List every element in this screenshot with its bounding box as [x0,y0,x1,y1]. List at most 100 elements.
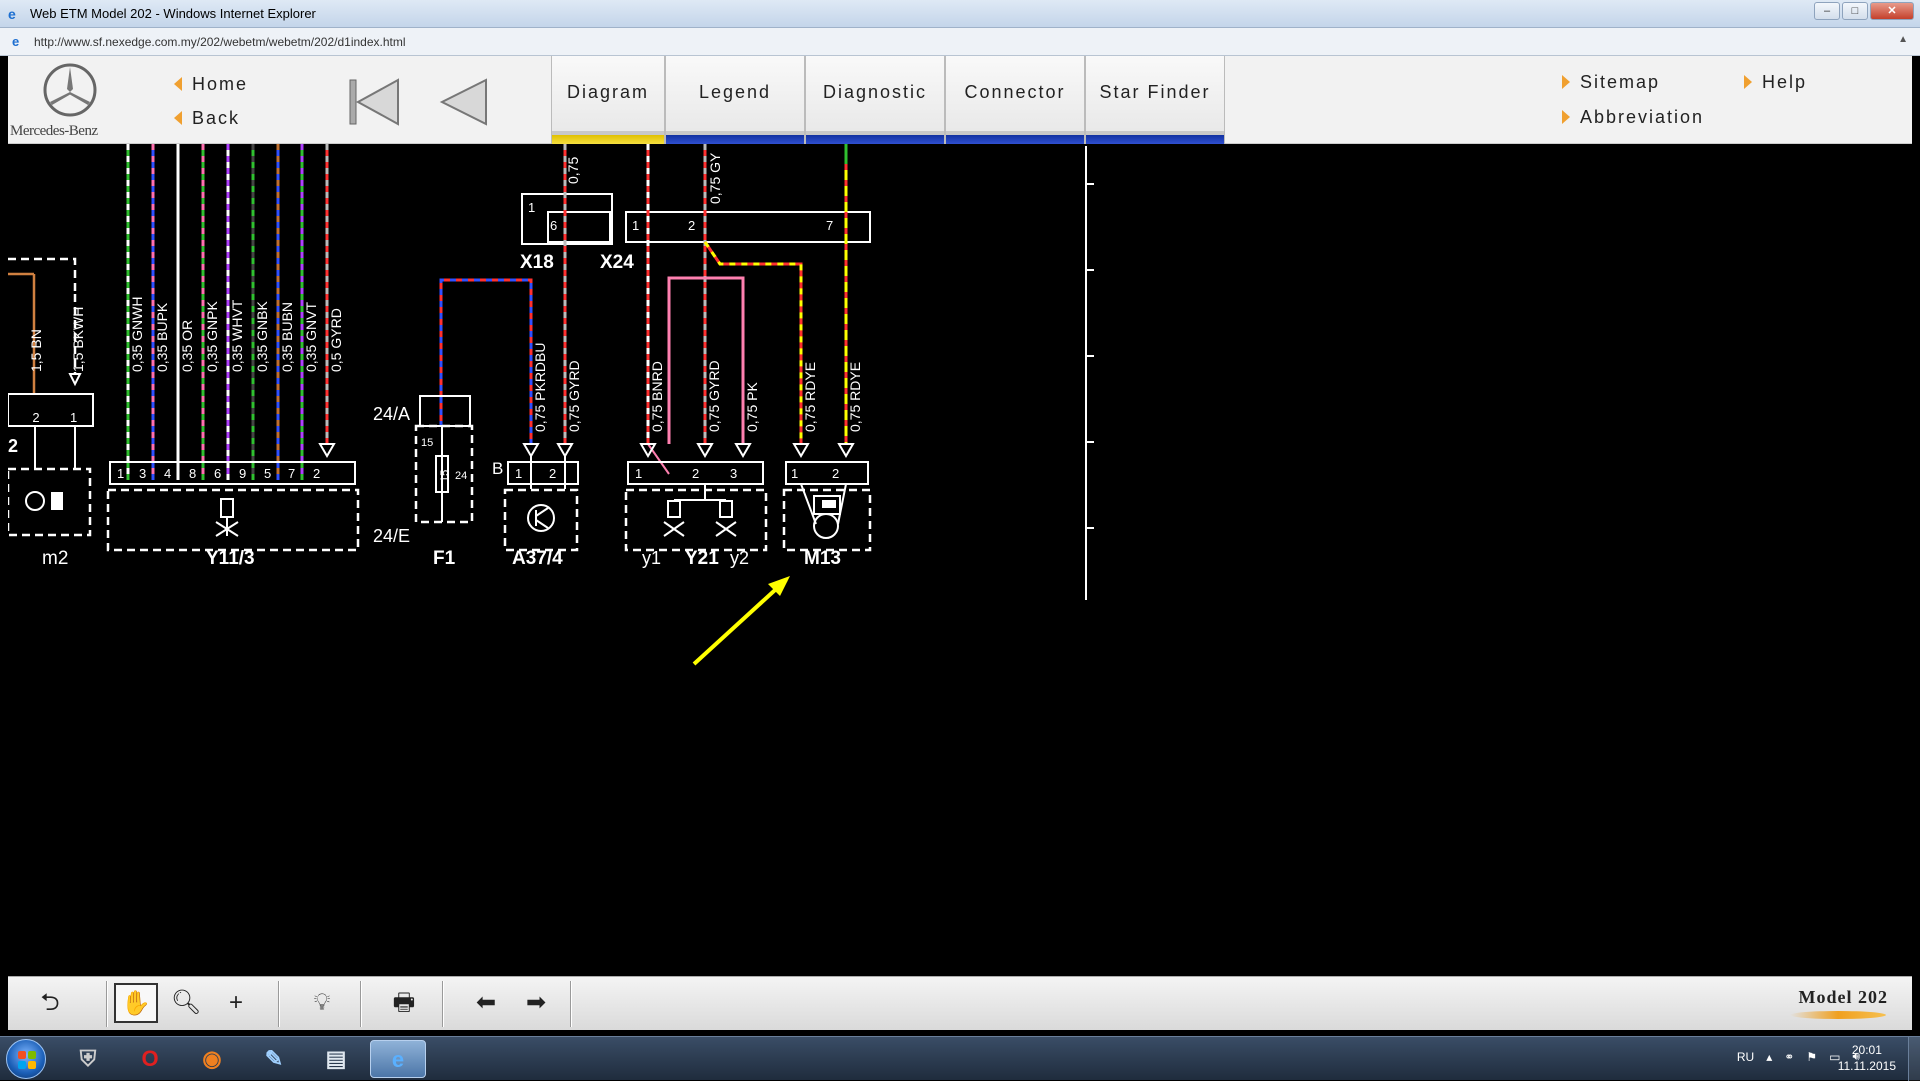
pan-hand-icon[interactable]: ✋ [114,983,158,1023]
wire-label-bubn: 0,35 BUBN [279,302,295,372]
print-icon[interactable]: 🖶 [382,981,426,1025]
window-controls: – □ ✕ [1814,2,1914,20]
home-label: Home [192,74,249,94]
ie-icon: e [8,6,16,22]
pin-label: 2 [32,410,39,425]
a37-label-b: B [492,459,503,478]
component-label-m2: m2 [42,548,68,569]
arrow-right-icon[interactable]: ➡ [514,981,558,1025]
component-m2[interactable] [8,257,94,537]
arrow-left-icon[interactable]: ⬅ [464,981,508,1025]
wiring-diagram[interactable]: 2 1 2 m2 1,5 BN 1,5 BKWH 0,35 GNWH 0,35 … [8,144,1912,976]
start-button[interactable] [6,1039,46,1079]
tab-diagram[interactable]: Diagram [551,56,665,144]
tab-legend[interactable]: Legend [665,56,805,144]
back-label: Back [192,108,241,128]
toolbar-separator [570,981,572,1027]
wire-label-whvt: 0,35 WHVT [229,299,245,372]
pin-label: 2 [692,466,699,481]
maximize-button[interactable]: □ [1842,2,1868,20]
wire-label-bupk: 0,35 BUPK [154,302,170,372]
opera-icon[interactable]: O [122,1040,178,1078]
tab-connector[interactable]: Connector [945,56,1085,144]
pin-label: 2 [832,466,839,481]
sitemap-link[interactable]: Sitemap [1562,72,1660,93]
tab-diagnostic[interactable]: Diagnostic [805,56,945,144]
sitemap-label: Sitemap [1580,72,1661,92]
component-f1[interactable] [414,278,540,524]
component-label-m13: M13 [804,548,841,569]
lightbulb-icon[interactable]: 💡︎ [300,981,344,1025]
page-favicon-icon: e [12,34,20,49]
wire-label-x24-top: 0,75 GY [707,152,723,204]
pin-label: 1 [791,466,798,481]
firefox-icon[interactable]: ◉ [184,1040,240,1078]
clock[interactable]: 20:01 11.11.2015 [1838,1042,1896,1074]
back-arrow-icon [174,111,182,125]
wire-label-pkrdbu: 0,75 PKRDBU [532,343,548,432]
pin-label: 3 [730,466,737,481]
home-arrow-icon [174,77,182,91]
tab-indicator [806,135,944,144]
back-link[interactable]: Back [174,108,240,129]
abbreviation-link[interactable]: Abbreviation [1562,107,1704,128]
connector-x24[interactable] [625,211,871,243]
wire-label-rdye2: 0,75 RDYE [847,362,863,432]
tray-expand-icon[interactable]: ▴ [1766,1050,1772,1064]
crosshair-icon[interactable]: + [214,981,258,1025]
component-label-a37-4: A37/4 [512,548,563,569]
first-page-icon[interactable] [346,78,402,126]
minimize-button[interactable]: – [1814,2,1840,20]
toolbar-separator [278,981,280,1027]
sheet-boundary [1085,146,1094,600]
pin-label: 1 [70,410,77,425]
zoom-icon[interactable]: 🔍︎ [164,981,208,1025]
home-link[interactable]: Home [174,74,248,95]
component-label-y21: Y21 [685,548,719,569]
pin-label: 6 [214,466,221,481]
connector-label-x24: X24 [600,252,634,273]
app-header: Mercedes-Benz Home Back Diagram Legend D… [8,56,1912,144]
pin-label: 1 [632,218,639,233]
task-manager-icon[interactable]: ▤ [308,1040,364,1078]
model-label: Model 202 [1798,987,1888,1007]
component-label-y2: y2 [730,548,749,568]
show-desktop-button[interactable] [1908,1037,1920,1081]
pin-label: 8 [189,466,196,481]
mercedes-star-icon [43,63,97,117]
pin-label: 1 [528,200,535,215]
pin-label: 2 [549,466,556,481]
wiring-diagram-canvas[interactable]: 2 1 2 m2 1,5 BN 1,5 BKWH 0,35 GNWH 0,35 … [8,144,1912,976]
tab-diagram-label: Diagram [566,82,650,102]
help-link[interactable]: Help [1744,72,1807,93]
scroll-up-icon[interactable]: ▲ [1898,34,1908,45]
address-bar[interactable]: e http://www.sf.nexedge.com.my/202/webet… [0,28,1920,56]
wire-label-gyrd075a: 0,75 GYRD [566,360,582,432]
flag-icon[interactable]: ⚑ [1806,1050,1817,1064]
pin-label: 15 [439,470,451,482]
close-button[interactable]: ✕ [1870,2,1914,20]
help-label: Help [1762,72,1808,92]
f1-label-e: 24/E [373,526,410,546]
tab-star-finder[interactable]: Star Finder [1085,56,1225,144]
f1-label-a: 24/A [373,404,410,424]
pin-label: 2 [688,218,695,233]
tab-indicator [946,135,1084,144]
previous-icon[interactable] [436,78,492,126]
wire-label-gnbk: 0,35 GNBK [254,301,270,372]
editor-icon[interactable]: ✎ [246,1040,302,1078]
wire-label-gyrd075b: 0,75 GYRD [706,360,722,432]
restore-icon[interactable]: ⮌ [28,981,72,1025]
internet-explorer-icon[interactable]: e [370,1040,426,1078]
world-of-tanks-icon[interactable]: ⛨ [60,1040,116,1078]
wire-label-rdye1: 0,75 RDYE [802,362,818,432]
url-text[interactable]: http://www.sf.nexedge.com.my/202/webetm/… [34,35,406,49]
tab-legend-label: Legend [698,82,772,102]
y11-pin-numbers: 1 3 4 8 6 9 5 7 2 [117,466,320,481]
network-icon[interactable]: ⚭ [1784,1050,1794,1064]
component-label-y1: y1 [642,548,661,568]
pin-label: 3 [139,466,146,481]
language-indicator[interactable]: RU [1737,1050,1754,1064]
wire-label-or: 0,35 OR [179,320,195,372]
help-arrow-icon [1744,75,1752,89]
